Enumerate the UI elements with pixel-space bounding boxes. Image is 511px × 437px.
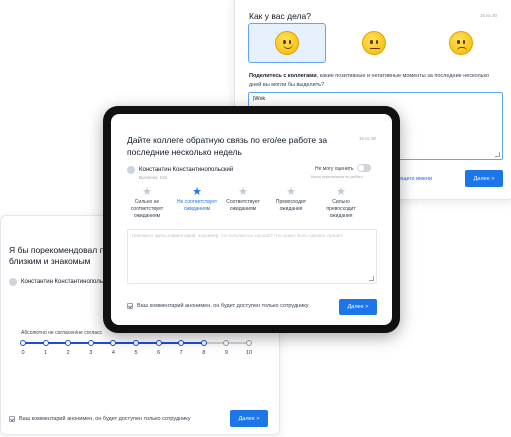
resize-grip-icon[interactable] [495,152,500,157]
scale-dot-0[interactable] [20,340,26,346]
feedback-title: Дайте коллеге обратную связь по его/ее р… [127,135,328,157]
rating-option-label: Не соответствует ожиданиям [176,199,218,212]
rating-option-label: Соответствует ожиданиям [226,199,260,212]
scale-dot-2[interactable] [65,340,72,346]
progress-counter: 18 из 30 [358,136,376,141]
colleague-name: Константин Константинопольский [139,167,234,173]
mood-option-happy[interactable] [248,23,326,63]
rating-option-label: Сильно превосходит ожидания [326,199,356,219]
feedback-comment-textarea[interactable]: Напишите здесь комментарий, например: чт… [127,229,377,284]
scale-dot-5[interactable] [133,340,139,346]
scale-number[interactable]: 7 [175,350,187,356]
scale-number[interactable]: 1 [40,350,52,356]
progress-counter: 18 из 30 [479,13,497,18]
rating-option-2[interactable]: ★ Не соответствует ожиданиям [175,186,219,213]
mood-option-sad[interactable] [422,23,500,63]
scale-dot-1[interactable] [42,340,49,346]
share-prompt: Поделитесь с коллегами, какие позитивные… [249,72,501,89]
anonymous-link[interactable]: ещего имени [399,176,432,182]
scale-number[interactable]: 5 [130,350,142,356]
colleague-row: Константин Константинопольский [127,166,233,174]
scale-dot-6[interactable] [155,340,162,346]
scale-dot-7[interactable] [178,340,185,346]
person-name: Константин Константинопольск [21,279,109,285]
scale-number[interactable]: 8 [198,350,210,356]
mood-option-neutral[interactable] [335,23,413,63]
cant-rate-hint: Мало пересекался по работе [311,175,363,179]
scale-number[interactable]: 3 [85,350,97,356]
rating-option-3[interactable]: ★ Соответствует ожиданиям [221,186,265,213]
scale-dot-3[interactable] [87,340,94,346]
anonymous-note: Ваш комментарий анонимен, он будет досту… [9,416,191,422]
anonymous-note-text: Ваш комментарий анонимен, он будет досту… [19,416,191,422]
star-icon: ★ [192,186,202,198]
scale-number[interactable]: 6 [153,350,165,356]
rating-option-5[interactable]: ★ Сильно превосходит ожидания [319,186,363,220]
feedback-screen: Дайте коллеге обратную связь по его/ее р… [111,114,392,325]
anonymous-note: Ваш комментарий анонимен, он будет досту… [127,303,309,309]
star-icon: ★ [286,186,296,198]
colleague-department: Business, CIS [139,175,168,180]
resize-grip-icon[interactable] [369,276,374,281]
happy-face-icon [275,31,299,55]
tablet-frame: Дайте коллеге обратную связь по его/ее р… [103,106,400,333]
rating-option-label: Сильно не соответствует ожиданиям [130,199,164,219]
anonymous-note-text: Ваш комментарий анонимен, он будет досту… [137,303,309,309]
scale-number[interactable]: 0 [17,350,29,356]
next-button[interactable]: Далее > [465,170,503,187]
person-row: Константин Константинопольск [9,278,109,286]
cant-rate-label: Не могу оценить [315,166,354,172]
cant-rate-toggle[interactable] [357,164,371,172]
scale-number[interactable]: 2 [62,350,74,356]
star-icon: ★ [336,186,346,198]
scale-dot-9[interactable] [223,340,230,346]
scale-dot-10[interactable] [246,340,252,346]
scale-dot-8[interactable] [200,340,207,346]
nps-scale-track[interactable] [20,340,252,346]
rating-option-4[interactable]: ★ Превосходит ожидания [269,186,313,213]
mood-survey-title: Как у вас дела? [249,11,311,21]
scale-label: Абсолютно не согласен/не согласс [21,330,102,336]
comment-placeholder: Напишите здесь комментарий, например: чт… [132,233,343,238]
next-button[interactable]: Далее > [339,299,377,315]
scale-number[interactable]: 9 [220,350,232,356]
scale-number[interactable]: 10 [243,350,255,356]
avatar [9,278,17,286]
star-icon: ★ [142,186,152,198]
mood-comment-value: |Wxk [253,96,266,102]
star-icon: ★ [238,186,248,198]
share-prompt-bold: Поделитесь с коллегами [249,73,317,79]
neutral-face-icon [362,31,386,55]
rating-option-label: Превосходит ожидания [275,199,307,212]
scale-number[interactable]: 4 [107,350,119,356]
sad-face-icon [449,31,473,55]
next-button[interactable]: Далее > [230,410,268,427]
rating-option-1[interactable]: ★ Сильно не соответствует ожиданиям [125,186,169,220]
shield-check-icon [127,303,133,309]
shield-check-icon [9,416,15,422]
avatar [127,166,135,174]
scale-dot-4[interactable] [110,340,117,346]
